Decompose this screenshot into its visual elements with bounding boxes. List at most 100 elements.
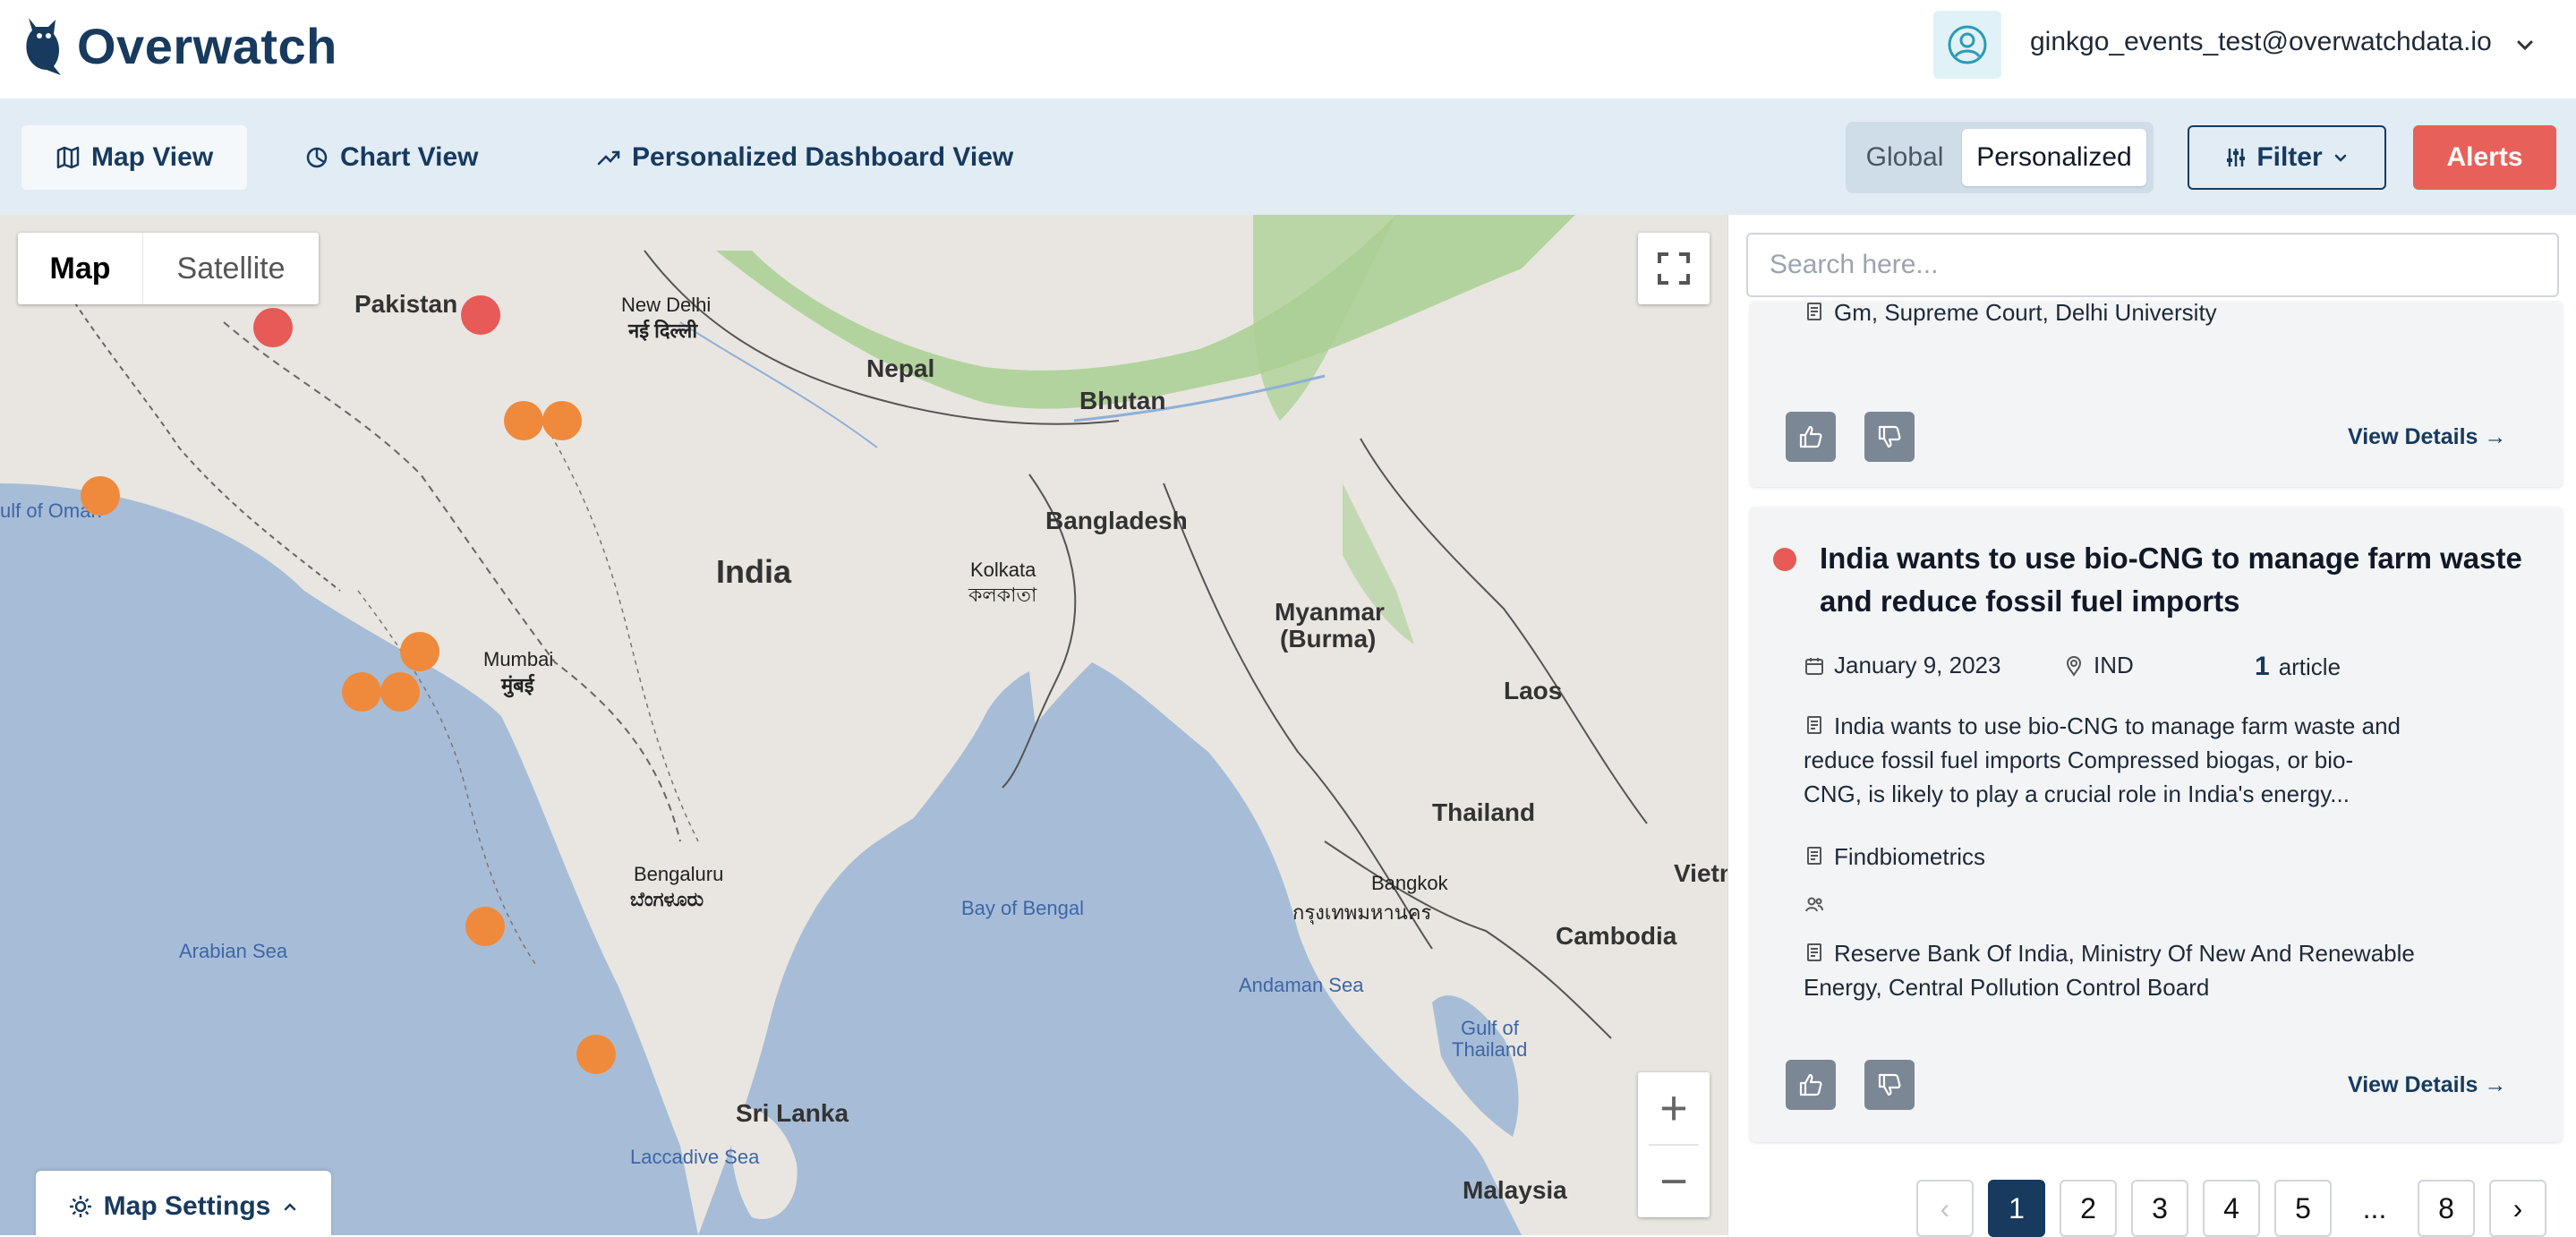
zoom-out-button[interactable]: −	[1638, 1146, 1710, 1217]
map-label-myanmar: Myanmar	[1275, 598, 1385, 626]
event-source: Findbiometrics	[1804, 840, 1985, 874]
app-logo[interactable]: Overwatch	[21, 14, 337, 77]
event-marker[interactable]	[80, 475, 120, 516]
map-label-laos: Laos	[1504, 677, 1563, 704]
tab-label: Personalized Dashboard View	[632, 142, 1014, 172]
thumbs-up-icon	[1799, 425, 1822, 448]
thumbs-down-button[interactable]	[1864, 1060, 1915, 1110]
map-settings-label: Map Settings	[103, 1191, 271, 1221]
event-marker[interactable]	[576, 1034, 617, 1074]
map-label-cambodia: Cambodia	[1556, 922, 1677, 950]
event-card[interactable]: India wants to use bio-CNG to manage far…	[1750, 507, 2563, 1142]
users-icon	[1805, 897, 1823, 912]
pagination-page-4[interactable]: 4	[2203, 1180, 2260, 1237]
event-marker[interactable]	[461, 294, 501, 335]
chart-pie-icon	[306, 147, 328, 168]
toggle-personalized[interactable]: Personalized	[1962, 129, 2146, 186]
app-header: Overwatch ginkgo_events_test@overwatchda…	[0, 0, 2576, 98]
user-avatar-button[interactable]	[1933, 11, 2001, 79]
zoom-in-button[interactable]: +	[1638, 1072, 1710, 1144]
map-label-gulf-of-thailand-1: Gulf of	[1461, 1017, 1519, 1039]
thumbs-down-icon	[1878, 1073, 1901, 1096]
fullscreen-button[interactable]	[1638, 233, 1710, 304]
map-label-new-delhi-native: नई दिल्ली	[628, 320, 698, 342]
map-label-bangkok: Bangkok	[1371, 872, 1448, 894]
tab-personalized-dashboard-view[interactable]: Personalized Dashboard View	[562, 125, 1047, 190]
map-label-bangkok-native: กรุงเทพมหานคร	[1292, 901, 1432, 924]
pagination-page-8[interactable]: 8	[2418, 1180, 2475, 1237]
view-details-link[interactable]: View Details →	[2348, 424, 2506, 450]
map-label-bengaluru-native: ಬೆಂಗಳೂರು	[630, 888, 704, 910]
search-input[interactable]	[1746, 233, 2559, 297]
gear-icon	[69, 1196, 91, 1217]
map-label-gulf-of-thailand-2: Thailand	[1452, 1038, 1528, 1061]
map-label-bangladesh: Bangladesh	[1045, 507, 1188, 534]
map-label-bengaluru: Bengaluru	[634, 863, 724, 885]
event-marker[interactable]	[465, 906, 505, 946]
map-label-bhutan: Bhutan	[1079, 387, 1166, 414]
trend-up-icon	[597, 150, 620, 166]
thumbs-up-button[interactable]	[1786, 1060, 1836, 1110]
scope-toggle: Global Personalized	[1846, 122, 2154, 193]
calendar-icon	[1805, 657, 1823, 675]
filter-label: Filter	[2256, 142, 2323, 172]
app-name: Overwatch	[77, 17, 337, 74]
map-label-arabian-sea: Arabian Sea	[179, 940, 288, 962]
event-organizations: Reserve Bank Of India, Ministry Of New A…	[1804, 936, 2415, 970]
view-navbar: Map View Chart View Personalized Dashboa…	[0, 98, 2576, 215]
article-count-number: 1	[2255, 652, 2270, 681]
map-settings-button[interactable]: Map Settings	[36, 1171, 331, 1235]
article-count-label: article	[2278, 653, 2341, 680]
status-dot	[1773, 548, 1796, 571]
event-marker[interactable]	[253, 307, 294, 347]
chevron-down-icon	[2334, 154, 2346, 162]
sliders-icon	[2227, 149, 2246, 166]
event-date: January 9, 2023	[1804, 652, 2000, 679]
pagination-page-5[interactable]: 5	[2274, 1180, 2332, 1237]
event-article-count: 1 article	[2255, 652, 2341, 682]
event-people	[1804, 888, 1834, 915]
event-title[interactable]: India wants to use bio-CNG to manage far…	[1820, 537, 2527, 623]
map-label-kolkata-native: কলকাতা	[968, 584, 1037, 606]
event-summary: India wants to use bio-CNG to manage far…	[1804, 709, 2401, 743]
thumbs-down-icon	[1878, 425, 1901, 448]
map-label-andaman-sea: Andaman Sea	[1239, 974, 1364, 996]
event-map[interactable]: Pakistan New Delhi नई दिल्ली Nepal Bhuta…	[0, 215, 1727, 1235]
document-icon	[1807, 847, 1821, 865]
pagination-page-3[interactable]: 3	[2131, 1180, 2188, 1237]
pagination-next-button[interactable]: ›	[2489, 1180, 2546, 1237]
map-label-nepal: Nepal	[866, 354, 935, 382]
tab-map-view[interactable]: Map View	[21, 125, 248, 190]
user-email[interactable]: ginkgo_events_test@overwatchdata.io	[2030, 27, 2492, 57]
thumbs-down-button[interactable]	[1864, 412, 1915, 462]
event-marker[interactable]	[399, 632, 439, 672]
card-organizations: Gm, Supreme Court, Delhi University	[1804, 301, 2217, 329]
filter-button[interactable]: Filter	[2188, 125, 2386, 190]
pagination-page-2[interactable]: 2	[2060, 1180, 2117, 1237]
thumbs-up-button[interactable]	[1786, 412, 1836, 462]
map-label-sri-lanka: Sri Lanka	[736, 1099, 849, 1127]
map-label-laccadive-sea: Laccadive Sea	[630, 1146, 760, 1168]
alerts-button[interactable]: Alerts	[2413, 125, 2556, 190]
chevron-down-icon[interactable]	[2512, 32, 2538, 59]
event-marker[interactable]	[542, 401, 582, 441]
tab-chart-view[interactable]: Chart View	[270, 125, 513, 190]
document-icon	[1807, 716, 1821, 734]
organizations-text: Gm, Supreme Court, Delhi University	[1834, 301, 2217, 326]
map-type-map-button[interactable]: Map	[18, 233, 143, 304]
map-label-new-delhi: New Delhi	[621, 294, 712, 316]
pagination-prev-button[interactable]: ‹	[1916, 1180, 1974, 1237]
map-label-myanmar-burma: (Burma)	[1280, 625, 1377, 653]
view-details-link[interactable]: View Details →	[2348, 1072, 2506, 1098]
map-label-vietnam: Vietn	[1674, 859, 1727, 887]
event-list-panel: Gm, Supreme Court, Delhi University View…	[1727, 215, 2576, 1237]
pagination-page-1[interactable]: 1	[1988, 1180, 2045, 1237]
toggle-global[interactable]: Global	[1853, 129, 1957, 186]
map-label-mumbai-native: मुंबई	[501, 674, 534, 696]
event-date-text: January 9, 2023	[1834, 652, 2001, 678]
event-marker[interactable]	[503, 401, 543, 441]
source-text: Findbiometrics	[1834, 843, 1986, 870]
map-label-mumbai: Mumbai	[483, 648, 554, 670]
map-type-satellite-button[interactable]: Satellite	[143, 233, 319, 304]
map-icon	[56, 146, 80, 169]
